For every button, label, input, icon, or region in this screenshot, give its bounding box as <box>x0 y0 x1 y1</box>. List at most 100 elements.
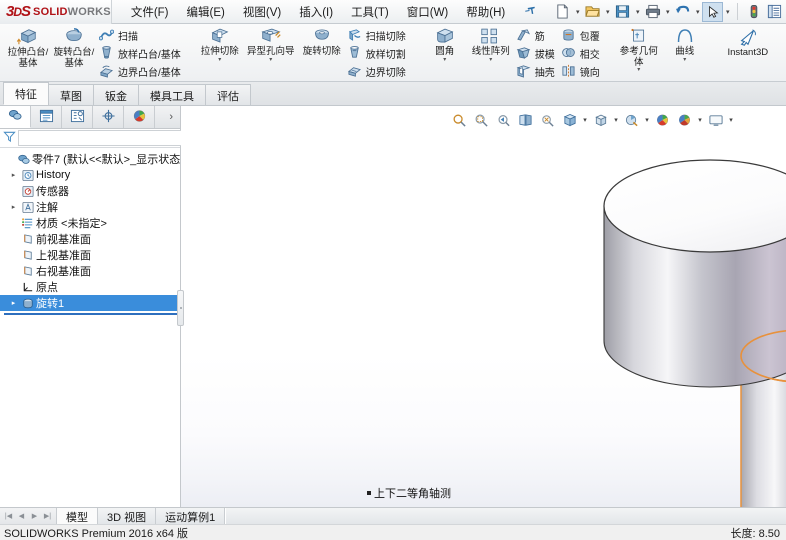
extruded-cut-dropdown[interactable]: ▾ <box>218 58 221 63</box>
viewport-button[interactable] <box>705 110 726 131</box>
curves-button[interactable]: 曲线 ▾ <box>662 25 708 63</box>
tree-arrow-history[interactable]: ▸ <box>8 171 19 179</box>
draft-button[interactable]: 拔模 <box>514 44 559 62</box>
reference-geometry-button[interactable]: 参考几何体 ▾ <box>616 25 662 73</box>
shell-button[interactable]: 抽壳 <box>514 62 559 80</box>
select-button[interactable] <box>702 2 723 22</box>
3d-model-revolve1[interactable] <box>576 116 786 507</box>
select-dropdown[interactable]: ▾ <box>723 8 732 16</box>
tab-display-manager[interactable] <box>124 106 155 128</box>
revolved-cut-button[interactable]: 旋转切除 <box>299 25 345 58</box>
menu-window[interactable]: 窗口(W) <box>398 1 458 23</box>
tab-sheetmetal[interactable]: 钣金 <box>93 84 139 105</box>
save-dropdown[interactable]: ▾ <box>633 8 642 16</box>
nav-prev-button[interactable]: ◀ <box>15 509 28 523</box>
display-style-button[interactable] <box>559 110 580 131</box>
lofted-cut-button[interactable]: 放样切割 <box>345 44 410 62</box>
tab-mold-tools[interactable]: 模具工具 <box>138 84 206 105</box>
tab-dimxpert-manager[interactable] <box>93 106 124 128</box>
hide-show-dropdown[interactable]: ▾ <box>612 116 620 124</box>
save-button[interactable] <box>612 2 633 22</box>
view-orientation-button[interactable] <box>537 110 558 131</box>
undo-dropdown[interactable]: ▾ <box>693 8 702 16</box>
undo-button[interactable] <box>672 2 693 22</box>
lofted-boss-button[interactable]: 放样凸台/基体 <box>97 44 185 62</box>
tab-features[interactable]: 特征 <box>3 82 49 105</box>
view-settings-dropdown[interactable]: ▾ <box>696 116 704 124</box>
mirror-button[interactable]: 镜向 <box>559 62 604 80</box>
tree-node-top-plane[interactable]: ▸ 上视基准面 <box>0 247 180 263</box>
reference-geometry-dropdown[interactable]: ▾ <box>637 68 640 73</box>
zoom-to-area-button[interactable] <box>471 110 492 131</box>
previous-view-button[interactable] <box>493 110 514 131</box>
tree-arrow-annotations[interactable]: ▸ <box>8 203 19 211</box>
nav-next-button[interactable]: ▶ <box>28 509 41 523</box>
intersect-button[interactable]: 相交 <box>559 44 604 62</box>
boundary-cut-button[interactable]: 边界切除 <box>345 62 410 80</box>
tab-property-manager[interactable] <box>31 106 62 128</box>
extruded-boss-base-button[interactable]: 拉伸凸台/基体 <box>5 25 51 69</box>
rib-button[interactable]: 筋 <box>514 26 559 44</box>
view-settings-button[interactable] <box>674 110 695 131</box>
linear-pattern-button[interactable]: 线性阵列 ▾ <box>468 25 514 63</box>
fillet-dropdown[interactable]: ▾ <box>443 58 446 63</box>
hide-show-items-button[interactable] <box>590 110 611 131</box>
tree-node-material[interactable]: ▸ 材质 <未指定> <box>0 215 180 231</box>
extruded-cut-button[interactable]: 拉伸切除 ▾ <box>197 25 243 63</box>
viewport-dropdown[interactable]: ▾ <box>727 116 735 124</box>
fillet-button[interactable]: 圆角 ▾ <box>422 25 468 63</box>
bottom-tab-model[interactable]: 模型 <box>57 508 98 524</box>
menu-file[interactable]: 文件(F) <box>122 1 178 23</box>
tree-node-revolve1[interactable]: ▸ 旋转1 <box>0 295 180 311</box>
nav-first-button[interactable]: |◀ <box>2 509 15 523</box>
tab-feature-manager-tree[interactable] <box>0 106 31 128</box>
nav-last-button[interactable]: ▶| <box>41 509 54 523</box>
display-style-dropdown[interactable]: ▾ <box>581 116 589 124</box>
rollback-bar[interactable] <box>4 313 180 315</box>
boundary-boss-button[interactable]: 边界凸台/基体 <box>97 62 185 80</box>
panel-resize-grip[interactable] <box>177 290 184 326</box>
section-view-button[interactable] <box>515 110 536 131</box>
tree-node-sensors[interactable]: ▸ 传感器 <box>0 183 180 199</box>
menu-view[interactable]: 视图(V) <box>234 1 290 23</box>
tree-node-part-root[interactable]: ▸ 零件7 (默认<<默认>_显示状态 1>) <box>0 151 180 167</box>
pin-icon[interactable] <box>521 2 539 21</box>
tree-node-front-plane[interactable]: ▸ 前视基准面 <box>0 231 180 247</box>
hole-wizard-button[interactable]: 异型孔向导 ▾ <box>243 25 299 63</box>
linear-pattern-dropdown[interactable]: ▾ <box>489 58 492 63</box>
zoom-to-fit-button[interactable] <box>449 110 470 131</box>
feature-manager-expand-arrow[interactable]: › <box>155 106 180 128</box>
revolved-boss-base-button[interactable]: 旋转凸台/基体 <box>51 25 97 69</box>
menu-edit[interactable]: 编辑(E) <box>178 1 234 23</box>
tree-arrow-revolve1[interactable]: ▸ <box>8 299 19 307</box>
new-document-button[interactable] <box>552 2 573 22</box>
menu-insert[interactable]: 插入(I) <box>290 1 342 23</box>
open-document-dropdown[interactable]: ▾ <box>603 8 612 16</box>
file-properties-button[interactable] <box>764 2 785 22</box>
print-dropdown[interactable]: ▾ <box>663 8 672 16</box>
swept-cut-button[interactable]: 扫描切除 <box>345 26 410 44</box>
open-document-button[interactable] <box>582 2 603 22</box>
print-button[interactable] <box>642 2 663 22</box>
tab-evaluate[interactable]: 评估 <box>205 84 251 105</box>
menu-tools[interactable]: 工具(T) <box>342 1 398 23</box>
tree-node-origin[interactable]: ▸ 原点 <box>0 279 180 295</box>
graphics-area[interactable]: ▾ ▾ ▾ ▾ ▾ <box>181 106 786 507</box>
tree-node-history[interactable]: ▸ History <box>0 167 180 183</box>
curves-dropdown[interactable]: ▾ <box>683 58 686 63</box>
instant3d-button[interactable]: Instant3D <box>720 25 776 59</box>
hole-wizard-dropdown[interactable]: ▾ <box>269 58 272 63</box>
tab-sketch[interactable]: 草图 <box>48 84 94 105</box>
wrap-button[interactable]: 包覆 <box>559 26 604 44</box>
feature-filter-input[interactable] <box>18 130 197 146</box>
tree-node-annotations[interactable]: ▸ 注解 <box>0 199 180 215</box>
menu-help[interactable]: 帮助(H) <box>457 1 514 23</box>
tree-node-right-plane[interactable]: ▸ 右视基准面 <box>0 263 180 279</box>
rebuild-button[interactable] <box>743 2 764 22</box>
bottom-tab-3d-views[interactable]: 3D 视图 <box>98 508 156 524</box>
tab-configuration-manager[interactable] <box>62 106 93 128</box>
bottom-tab-motion-study-1[interactable]: 运动算例1 <box>156 508 225 524</box>
new-document-dropdown[interactable]: ▾ <box>573 8 582 16</box>
appearance-dropdown[interactable]: ▾ <box>643 116 651 124</box>
edit-appearance-button[interactable] <box>621 110 642 131</box>
